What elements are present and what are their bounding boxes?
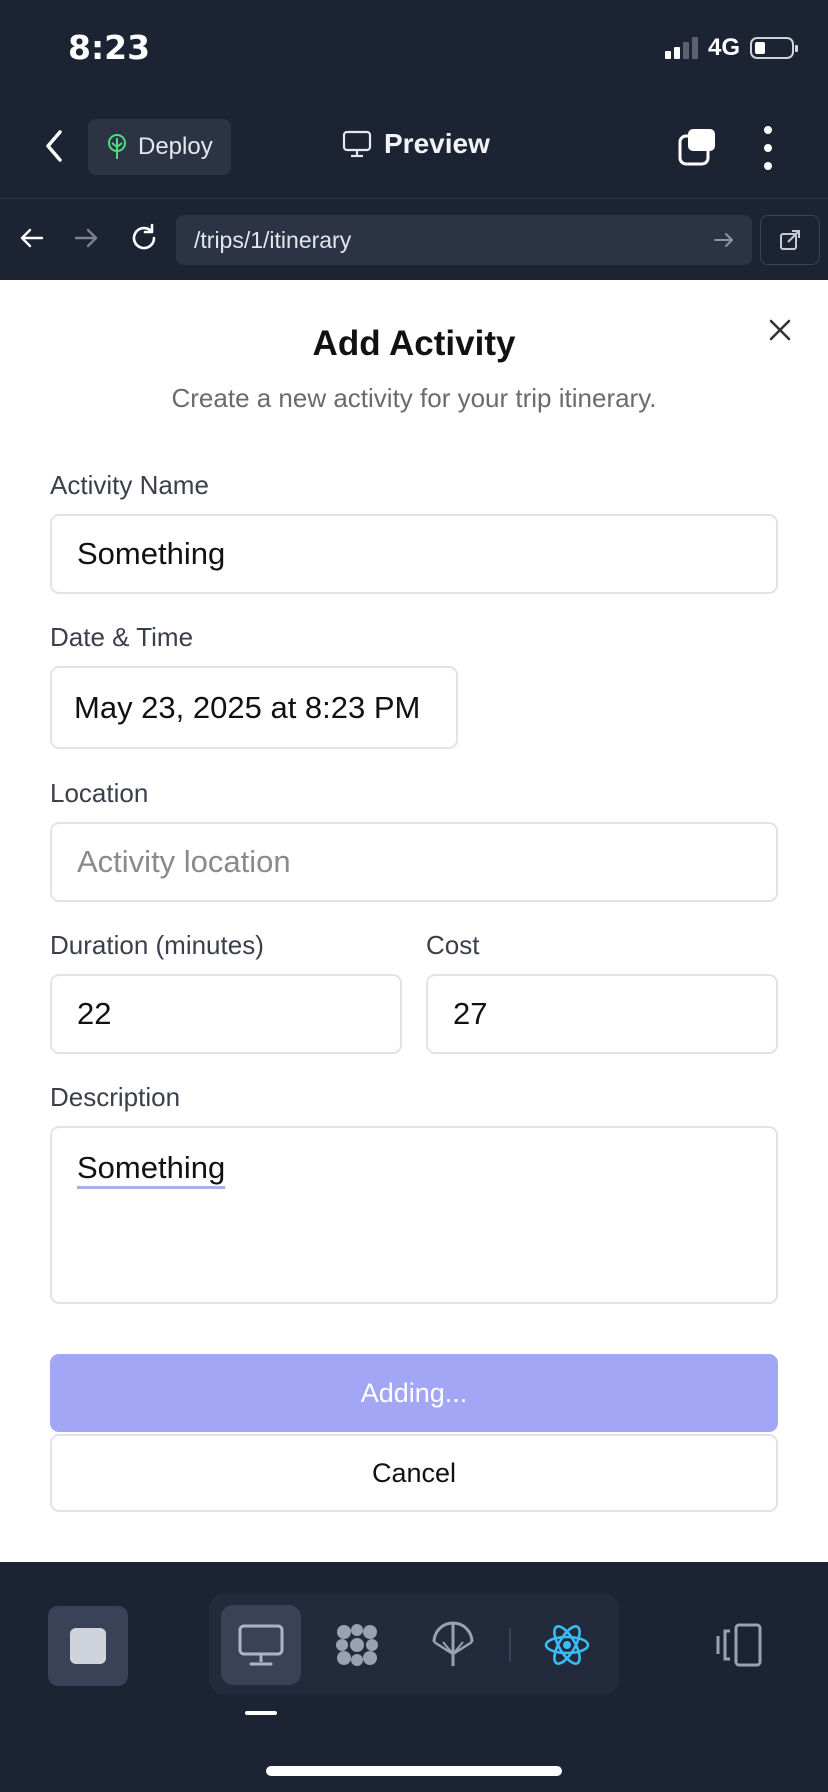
description-field[interactable]: Something [50,1126,778,1304]
monitor-icon [342,130,372,158]
parachute-icon[interactable] [426,1618,480,1672]
cancel-label: Cancel [371,1457,457,1488]
stop-icon [70,1628,106,1664]
stop-button[interactable] [48,1606,128,1686]
deploy-label: Deploy [138,133,213,160]
location-label: Location [50,778,149,808]
date-time-field[interactable]: May 23, 2025 at 8:23 PM [50,666,458,749]
device-switch-icon[interactable] [714,1622,764,1668]
back-chevron-icon[interactable] [40,126,70,166]
nav-back-icon[interactable] [18,224,46,252]
preview-label: Preview [384,128,490,159]
battery-icon [750,37,798,59]
cost-field[interactable]: 27 [426,974,778,1054]
status-time: 8:23 [68,28,151,67]
nav-forward-icon[interactable] [72,224,100,252]
dialog-subtitle: Create a new activity for your trip itin… [171,383,657,413]
status-indicators: 4G [664,34,798,62]
deploy-icon [108,134,126,159]
active-tool-indicator [245,1711,277,1715]
location-field[interactable]: Activity location [50,822,778,902]
open-external-button[interactable] [760,215,820,265]
activity-name-field[interactable]: Something [50,514,778,594]
cancel-button[interactable]: Cancel [50,1434,778,1512]
duration-label: Duration (minutes) [50,930,264,960]
dialog-title: Add Activity [312,324,516,363]
description-label: Description [50,1082,181,1112]
preview-tab[interactable]: Preview [342,128,490,160]
date-time-value: May 23, 2025 at 8:23 PM [74,689,421,725]
external-link-icon [780,230,800,250]
duration-value: 22 [77,996,112,1031]
react-atom-icon[interactable] [540,1618,594,1672]
date-time-label: Date & Time [50,622,194,652]
tabs-icon[interactable] [678,128,716,166]
signal-icon [664,37,698,59]
activity-name-value: Something [77,536,226,571]
deploy-button[interactable]: Deploy [88,119,231,175]
cost-label: Cost [426,930,480,960]
tool-divider [509,1628,511,1662]
home-indicator [266,1766,562,1776]
url-text: /trips/1/itinerary [194,226,352,253]
duration-field[interactable]: 22 [50,974,402,1054]
desktop-icon[interactable] [234,1618,288,1672]
location-placeholder: Activity location [77,844,291,879]
cost-value: 27 [453,996,488,1031]
grid-flower-icon[interactable] [330,1618,384,1672]
reload-icon[interactable] [128,222,160,254]
more-options-icon[interactable] [760,126,776,170]
activity-name-label: Activity Name [50,470,209,500]
adding-label: Adding... [360,1377,468,1408]
url-field[interactable]: /trips/1/itinerary [176,215,752,265]
description-value: Something [77,1150,226,1185]
url-go-icon[interactable] [712,228,736,252]
network-label: 4G [707,34,740,61]
adding-button[interactable]: Adding... [50,1354,778,1432]
